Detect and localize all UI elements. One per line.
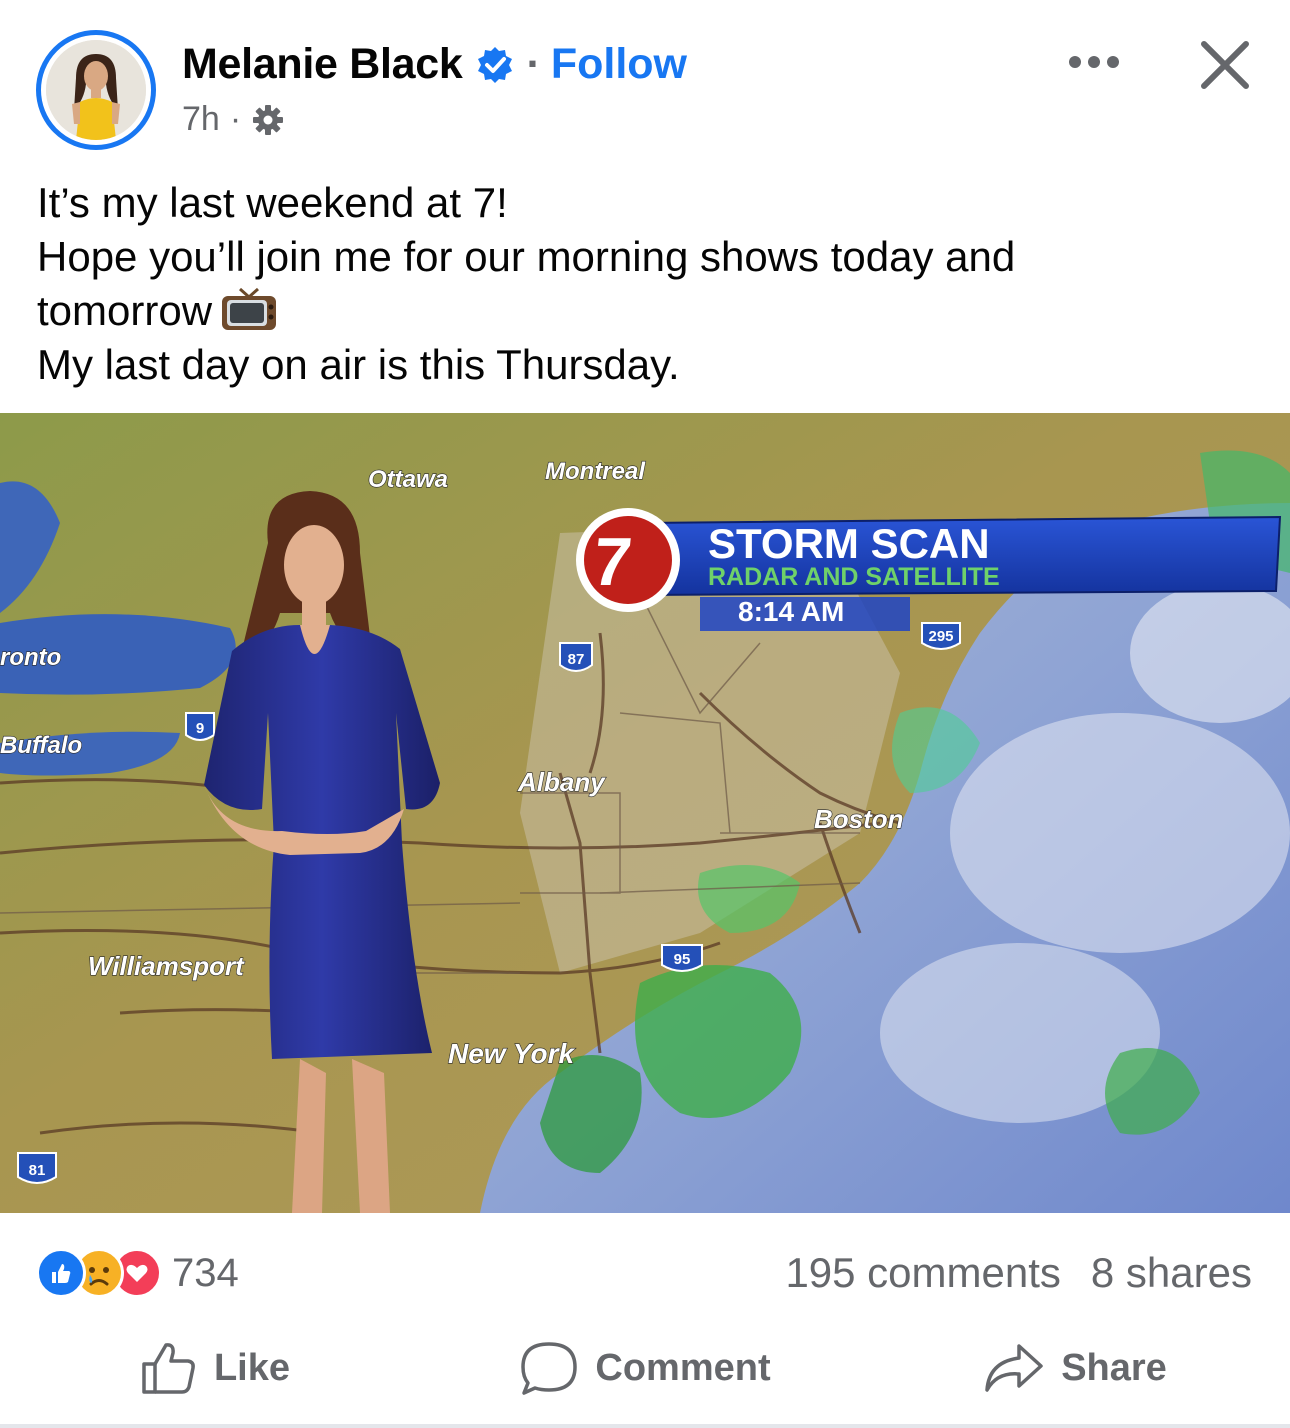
- author-name[interactable]: Melanie Black: [182, 40, 463, 89]
- city-label-ottawa: Ottawa: [368, 466, 448, 493]
- city-label-montreal: Montreal: [545, 458, 646, 485]
- shield-label: 81: [29, 1162, 46, 1179]
- shares-count[interactable]: 8 shares: [1091, 1249, 1252, 1297]
- engagement-counts: 195 comments 8 shares: [785, 1246, 1252, 1300]
- city-label-albany: Albany: [517, 767, 606, 797]
- banner-title: STORM SCAN: [708, 520, 990, 567]
- shield-label: 9: [196, 720, 204, 737]
- highway-shield-95: 95: [661, 944, 703, 972]
- close-icon[interactable]: [1192, 32, 1258, 98]
- banner-subtitle: RADAR AND SATELLITE: [708, 563, 1000, 591]
- post-text-line: It’s my last weekend at 7!: [37, 179, 508, 226]
- post-timestamp[interactable]: 7h: [182, 100, 220, 139]
- divider: [0, 1424, 1290, 1428]
- reactions-summary[interactable]: 734: [36, 1246, 239, 1300]
- avatar-image: [46, 40, 146, 140]
- city-label-new-york: New York: [448, 1038, 575, 1069]
- post-meta: 7h ·: [182, 100, 285, 139]
- post-image[interactable]: 7 STORM SCAN RADAR AND SATELLITE 8:14 AM…: [0, 413, 1290, 1213]
- post-text-line: tomorrow: [37, 284, 1257, 338]
- more-dot: [1069, 56, 1081, 68]
- verified-badge-icon: [475, 45, 515, 85]
- shield-label: 87: [568, 651, 585, 668]
- more-dot: [1107, 56, 1119, 68]
- meta-separator: ·: [229, 100, 242, 138]
- shield-label: 95: [674, 951, 691, 968]
- city-label-toronto: ronto: [0, 644, 61, 671]
- like-reaction-icon: [36, 1248, 86, 1298]
- highway-shield-9: 9: [185, 712, 215, 741]
- post-text-line: My last day on air is this Thursday.: [37, 341, 680, 388]
- share-arrow-icon: [985, 1344, 1043, 1392]
- city-label-williamsport: Williamsport: [88, 951, 245, 981]
- highway-shield-81: 81: [17, 1152, 57, 1184]
- share-label: Share: [1061, 1346, 1167, 1389]
- post-actions: Like Comment Share: [0, 1320, 1290, 1416]
- post-body: It’s my last weekend at 7! Hope you’ll j…: [37, 176, 1257, 392]
- comment-button[interactable]: Comment: [430, 1320, 860, 1416]
- reaction-count: 734: [172, 1250, 239, 1295]
- comments-count[interactable]: 195 comments: [785, 1249, 1060, 1297]
- city-label-buffalo: Buffalo: [0, 732, 82, 759]
- share-button[interactable]: Share: [860, 1320, 1290, 1416]
- gear-icon: [251, 103, 285, 137]
- post-header: Melanie Black · Follow 7h ·: [0, 0, 1290, 160]
- highway-shield-87: 87: [559, 642, 593, 672]
- city-label-boston: Boston: [814, 804, 904, 834]
- separator-dot: ·: [526, 40, 541, 88]
- thumbs-up-icon: [142, 1343, 195, 1394]
- follow-button[interactable]: Follow: [551, 40, 687, 89]
- highway-shield-295: 295: [921, 622, 961, 650]
- post-text-line: Hope you’ll join me for our morning show…: [37, 233, 1016, 280]
- shield-label: 295: [928, 628, 953, 645]
- comment-bubble-icon: [521, 1342, 578, 1395]
- station-logo-text: 7: [589, 524, 635, 600]
- comment-label: Comment: [595, 1346, 771, 1389]
- station-logo: 7: [576, 508, 680, 612]
- more-options-icon[interactable]: [1062, 40, 1126, 84]
- television-emoji: [220, 287, 278, 333]
- like-button[interactable]: Like: [0, 1320, 430, 1416]
- author-line: Melanie Black · Follow: [182, 40, 687, 89]
- more-dot: [1088, 56, 1100, 68]
- banner-time: 8:14 AM: [738, 596, 844, 627]
- post-text-segment: tomorrow: [37, 287, 213, 334]
- author-avatar[interactable]: [36, 30, 156, 150]
- like-label: Like: [213, 1346, 291, 1389]
